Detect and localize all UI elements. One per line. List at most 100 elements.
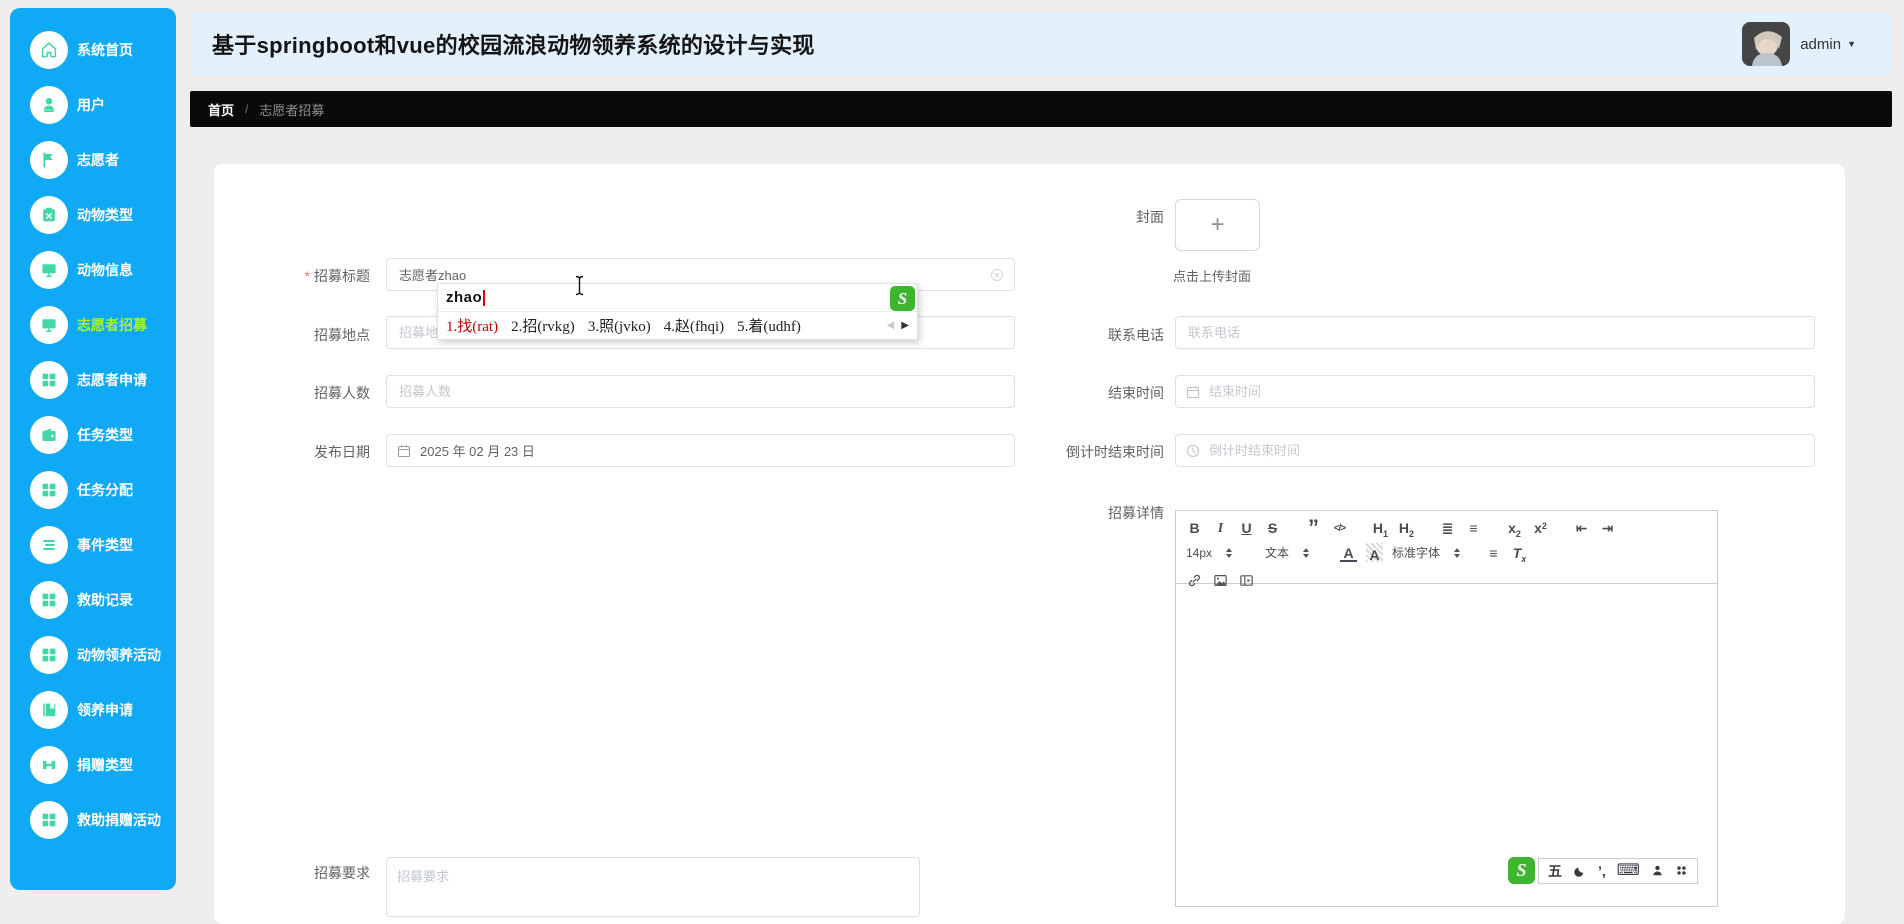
publish-date-input[interactable] — [418, 442, 1004, 459]
end-time-input-wrap — [1175, 375, 1815, 408]
countdown-end-time-input[interactable] — [1207, 442, 1804, 459]
link-icon[interactable] — [1186, 569, 1203, 588]
breadcrumb: 首页 / 志愿者招募 — [190, 91, 1892, 127]
recruit-title-input[interactable] — [397, 266, 984, 283]
plus-icon: + — [1210, 211, 1225, 238]
end-time-input[interactable] — [1207, 383, 1804, 400]
font-family-select[interactable]: 标准字体 — [1392, 544, 1476, 561]
sogou-tools: 五 ’, ⌨ — [1538, 857, 1698, 884]
paragraph-format-select[interactable]: 文本 — [1265, 544, 1331, 561]
grid-icon — [30, 635, 68, 674]
sidebar-item-volunteer-recruitment[interactable]: 志愿者招募 — [10, 297, 176, 352]
recruit-requirements-label: 招募要求 — [314, 865, 370, 881]
cover-upload-button[interactable]: + — [1175, 199, 1260, 251]
keyboard-icon[interactable]: ⌨ — [1617, 862, 1640, 879]
superscript-button[interactable]: x2 — [1532, 518, 1549, 537]
flag-icon — [30, 140, 68, 179]
punctuation-button[interactable]: ’, — [1598, 864, 1606, 878]
sidebar-item-label: 志愿者 — [77, 151, 119, 168]
strikethrough-button[interactable]: S — [1264, 518, 1281, 537]
sidebar-item-users[interactable]: 用户 — [10, 77, 176, 132]
ime-candidate[interactable]: 3.照(jvko) — [588, 315, 651, 336]
ime-pager: ◀ ▶ — [887, 320, 909, 331]
publish-date-input-wrap — [386, 434, 1015, 467]
sidebar-item-event-types[interactable]: 事件类型 — [10, 517, 176, 572]
header: 基于springboot和vue的校园流浪动物领养系统的设计与实现 admin … — [190, 12, 1892, 76]
clear-icon[interactable] — [990, 268, 1004, 282]
sidebar-item-rescue-records[interactable]: 救助记录 — [10, 572, 176, 627]
sogou-status-bar: S 五 ’, ⌨ — [1508, 857, 1698, 884]
sidebar-item-label: 动物信息 — [77, 261, 133, 278]
ime-candidate[interactable]: 5.着(udhf) — [737, 315, 801, 336]
toolbox-grid-icon[interactable] — [1675, 864, 1688, 877]
blockquote-button[interactable]: ” — [1305, 516, 1322, 538]
ime-candidate[interactable]: 4.赵(fhqi) — [664, 315, 724, 336]
sidebar-item-donation-types[interactable]: 捐赠类型 — [10, 737, 176, 792]
sidebar-item-label: 志愿者招募 — [77, 316, 147, 333]
sidebar-item-animal-types[interactable]: 动物类型 — [10, 187, 176, 242]
bone-icon — [30, 745, 68, 784]
sogou-logo-icon[interactable]: S — [1508, 857, 1535, 884]
moon-icon[interactable] — [1573, 864, 1587, 878]
clipboard-icon — [30, 195, 68, 234]
sidebar: 系统首页用户志愿者动物类型动物信息志愿者招募志愿者申请任务类型任务分配 事件类型救… — [10, 8, 176, 890]
user-menu[interactable]: admin ▼ — [1742, 22, 1856, 66]
contact-phone-input[interactable] — [1186, 324, 1804, 341]
sidebar-item-adoption-applications[interactable]: 领养申请 — [10, 682, 176, 737]
clock-icon — [1186, 444, 1200, 458]
page-title: 基于springboot和vue的校园流浪动物领养系统的设计与实现 — [212, 33, 815, 58]
person-icon[interactable] — [1651, 864, 1664, 877]
sidebar-item-task-types[interactable]: 任务类型 — [10, 407, 176, 462]
bold-button[interactable]: B — [1186, 518, 1203, 537]
sidebar-item-label: 救助记录 — [77, 591, 133, 608]
ime-candidate[interactable]: 2.招(rvkg) — [511, 315, 575, 336]
ime-caret — [483, 289, 486, 306]
background-color-button[interactable]: A — [1366, 543, 1383, 562]
ime-candidate[interactable]: 1.找(rat) — [446, 315, 498, 336]
video-icon[interactable] — [1238, 569, 1255, 588]
italic-button[interactable]: I — [1212, 518, 1229, 537]
header2-button[interactable]: H2 — [1398, 518, 1415, 539]
breadcrumb-separator: / — [245, 102, 249, 116]
wallet-icon — [30, 415, 68, 454]
font-size-select[interactable]: 14px — [1186, 546, 1256, 560]
recruit-headcount-input-wrap — [386, 375, 1015, 408]
chevron-down-icon: ▼ — [1847, 39, 1856, 49]
sidebar-item-label: 任务类型 — [77, 426, 133, 443]
grid-icon — [30, 360, 68, 399]
sidebar-item-rescue-donation-activities[interactable]: 救助捐赠活动 — [10, 792, 176, 847]
book-icon — [30, 690, 68, 729]
breadcrumb-home[interactable]: 首页 — [208, 100, 234, 119]
cover-label: 封面 — [1136, 209, 1164, 225]
prev-page-icon[interactable]: ◀ — [887, 320, 895, 331]
sidebar-item-animal-adoption-activities[interactable]: 动物领养活动 — [10, 627, 176, 682]
ime-composition: zhao S — [438, 284, 917, 312]
wubi-mode-button[interactable]: 五 — [1548, 864, 1562, 878]
text-color-button[interactable]: A — [1340, 543, 1357, 562]
bullet-list-button[interactable]: ≡ — [1465, 518, 1482, 537]
sidebar-item-label: 系统首页 — [77, 41, 133, 58]
outdent-button[interactable]: ⇤ — [1573, 518, 1590, 537]
sidebar-item-system-home[interactable]: 系统首页 — [10, 22, 176, 77]
align-button[interactable]: ≡ — [1485, 543, 1502, 562]
clean-format-button[interactable]: Tx — [1511, 543, 1528, 564]
sidebar-item-animal-info[interactable]: 动物信息 — [10, 242, 176, 297]
cover-upload-hint: 点击上传封面 — [1173, 269, 1252, 284]
sidebar-item-task-assignment[interactable]: 任务分配 — [10, 462, 176, 517]
next-page-icon[interactable]: ▶ — [901, 320, 909, 331]
indent-button[interactable]: ⇥ — [1599, 518, 1616, 537]
recruit-requirements-textarea[interactable] — [386, 857, 920, 917]
subscript-button[interactable]: x2 — [1506, 518, 1523, 539]
avatar[interactable] — [1742, 22, 1791, 66]
header1-button[interactable]: H1 — [1372, 518, 1389, 539]
sidebar-item-label: 志愿者申请 — [77, 371, 147, 388]
ordered-list-button[interactable]: ≣ — [1439, 518, 1456, 537]
recruit-location-label: 招募地点 — [314, 327, 370, 343]
sidebar-item-volunteers[interactable]: 志愿者 — [10, 132, 176, 187]
image-icon[interactable] — [1212, 569, 1229, 588]
recruit-headcount-input[interactable] — [397, 383, 1004, 400]
sidebar-item-volunteer-applications[interactable]: 志愿者申请 — [10, 352, 176, 407]
calendar-icon — [397, 444, 411, 458]
code-view-button[interactable]: </> — [1331, 518, 1348, 537]
underline-button[interactable]: U — [1238, 518, 1255, 537]
